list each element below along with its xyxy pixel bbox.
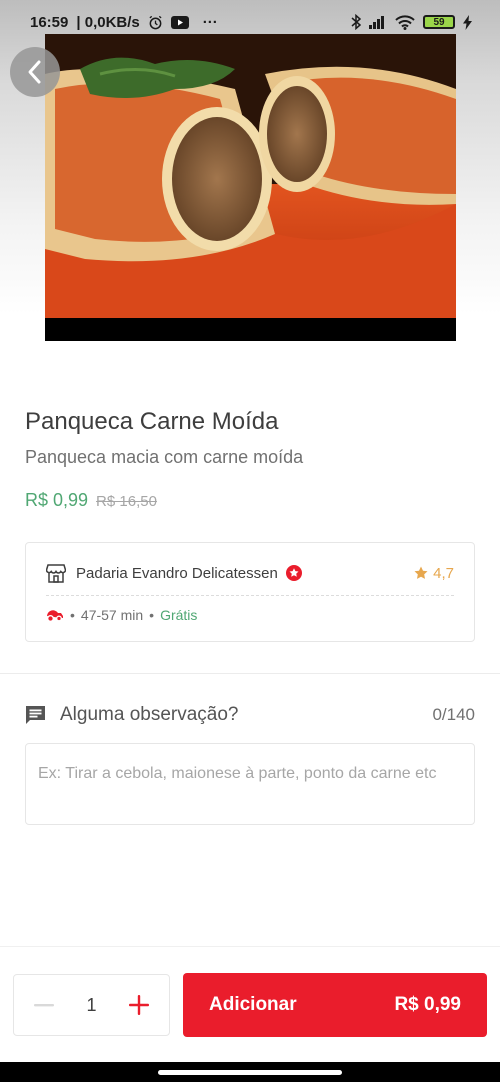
alarm-icon: [148, 15, 163, 30]
observation-counter: 0/140: [432, 705, 475, 724]
wifi-icon: [395, 14, 415, 30]
status-bar: 16:59 | 0,0KB/s ··· 59: [0, 0, 500, 44]
price-row: R$ 0,99 R$ 16,50: [25, 490, 157, 511]
back-button[interactable]: [10, 47, 60, 97]
observation-input[interactable]: [25, 743, 475, 825]
plus-icon: [128, 995, 149, 1015]
store-rating: 4,7: [414, 565, 454, 582]
delivery-info: • 47-57 min • Grátis: [46, 603, 197, 627]
status-more: ···: [202, 13, 218, 31]
delivery-time: 47-57 min: [80, 607, 144, 623]
charging-icon: [463, 14, 472, 30]
super-restaurant-icon: [285, 565, 302, 581]
back-icon: [25, 59, 45, 85]
delivery-separator: •: [149, 607, 155, 623]
original-price: R$ 16,50: [96, 493, 157, 510]
minus-icon: [34, 1003, 54, 1007]
observation-header: Alguma observação? 0/140: [25, 700, 475, 730]
add-button-total: R$ 0,99: [394, 994, 461, 1015]
comment-icon: [25, 705, 46, 725]
delivery-fee: Grátis: [160, 607, 198, 623]
signal-icon: [369, 15, 387, 29]
net-speed-value: 0,0KB/s: [84, 13, 140, 31]
delivery-separator: •: [70, 607, 75, 623]
rating-value: 4,7: [433, 564, 454, 582]
store-row: Padaria Evandro Delicatessen 4,7: [46, 561, 454, 585]
section-divider: [0, 673, 500, 674]
product-description: Panqueca macia com carne moída: [25, 447, 304, 467]
youtube-icon: [170, 15, 189, 29]
home-indicator[interactable]: [158, 1070, 342, 1075]
quantity-stepper: 1: [13, 974, 170, 1036]
increase-button[interactable]: [127, 993, 151, 1017]
status-time: 16:59: [30, 13, 69, 31]
quantity-value: 1: [86, 994, 97, 1015]
product-image: [45, 34, 456, 341]
battery-indicator: 59: [423, 15, 455, 29]
add-to-cart-button[interactable]: Adicionar R$ 0,99: [183, 973, 487, 1037]
observation-label: Alguma observação?: [60, 704, 239, 725]
system-navigation-bar: [0, 1062, 500, 1082]
current-price: R$ 0,99: [25, 490, 89, 510]
store-icon: [46, 563, 66, 583]
status-net-speed: | 0,0KB/s: [76, 13, 140, 31]
bluetooth-icon: [351, 14, 361, 30]
star-icon: [414, 566, 428, 580]
delivery-icon: [46, 609, 64, 622]
product-title: Panqueca Carne Moída: [25, 408, 279, 435]
store-card-divider: [46, 595, 454, 596]
store-card[interactable]: Padaria Evandro Delicatessen 4,7 • 47-57…: [25, 542, 475, 642]
decrease-button[interactable]: [32, 993, 56, 1017]
store-name: Padaria Evandro Delicatessen: [76, 564, 278, 582]
add-button-label: Adicionar: [209, 994, 297, 1015]
bottom-bar: 1 Adicionar R$ 0,99: [0, 946, 500, 1062]
